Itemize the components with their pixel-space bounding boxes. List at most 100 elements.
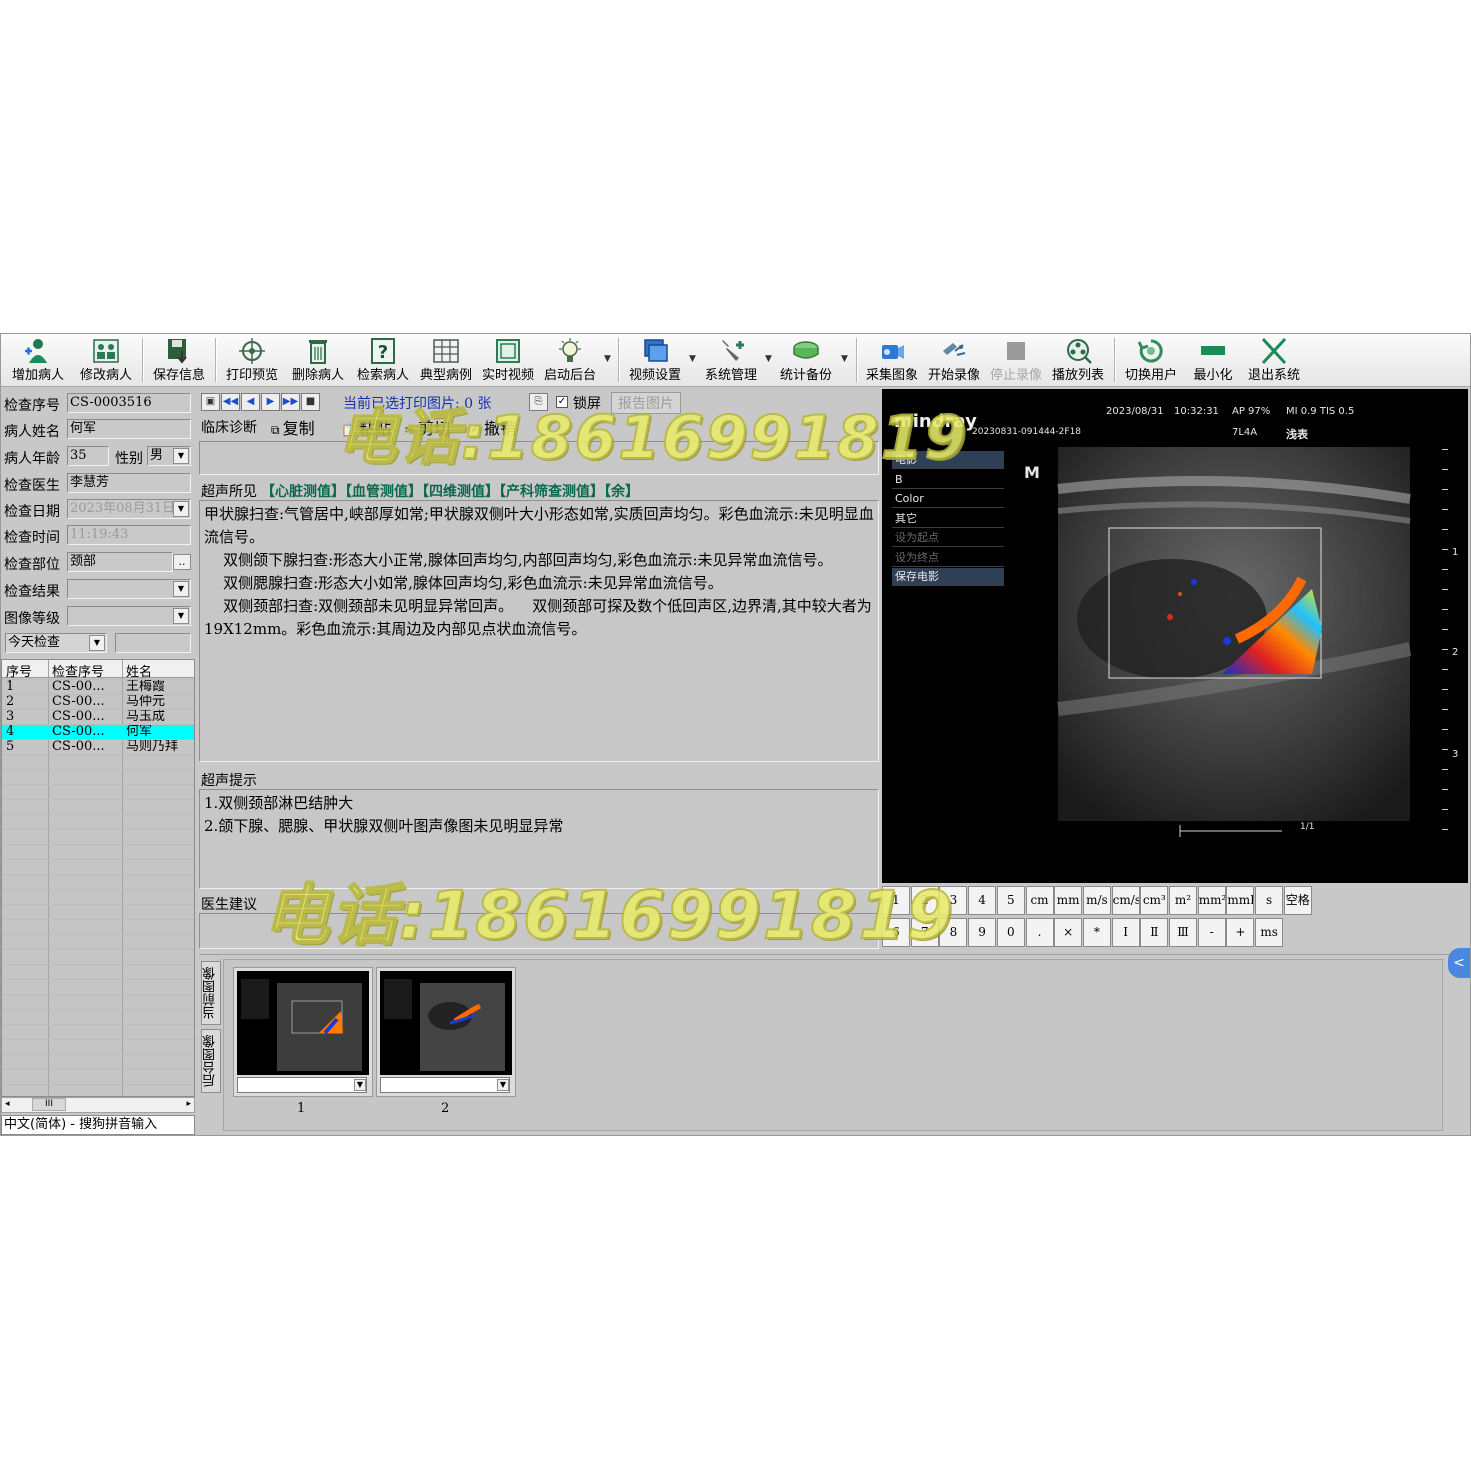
keypad-key[interactable]: cm³ — [1140, 886, 1169, 915]
tab-current-images[interactable]: 当前图像 — [201, 961, 221, 1025]
col-header-name[interactable]: 姓名 — [126, 661, 152, 680]
keypad-key[interactable]: . — [1025, 918, 1054, 947]
keypad-key[interactable]: Ⅱ — [1140, 918, 1169, 947]
table-row[interactable]: 1 CS-00... 王梅霞 — [2, 679, 194, 694]
measurement-link[interactable]: 【余】 — [604, 484, 639, 500]
age-field[interactable]: 35 — [67, 446, 109, 466]
keypad-key[interactable]: Ⅲ — [1169, 918, 1197, 947]
chevron-down-icon[interactable]: ▼ — [173, 448, 189, 464]
stats-backup-button[interactable]: 统计备份 — [775, 336, 837, 386]
thumbnail-select[interactable]: ▼ — [380, 1077, 510, 1093]
patient-list: 序号 检查序号 姓名 1 CS-00... 王梅霞 2 CS-00... 马仲元 3 CS-0… — [1, 659, 195, 1097]
keypad-key[interactable]: mmHg — [1226, 886, 1255, 915]
col-header-exam[interactable]: 检查序号 — [52, 661, 104, 680]
prev-icon[interactable]: ◀ — [241, 393, 260, 411]
thumbnail-2[interactable]: ▼ — [376, 967, 516, 1097]
video-settings-dropdown-icon[interactable]: ▼ — [689, 354, 696, 364]
scroll-thumb[interactable]: III — [32, 1098, 66, 1111]
keypad-key[interactable]: 0 — [996, 918, 1025, 947]
next-icon[interactable]: ▶ — [261, 393, 280, 411]
keypad-key[interactable]: m² — [1169, 886, 1197, 915]
window-icon[interactable]: ▣ — [201, 393, 220, 411]
search-patient-button[interactable]: ? 检索病人 — [353, 336, 413, 386]
keypad-key[interactable]: 4 — [968, 886, 997, 915]
system-management-button[interactable]: 系统管理 — [699, 336, 763, 386]
system-management-dropdown-icon[interactable]: ▼ — [765, 354, 772, 364]
scanner-menu-item[interactable]: 保存电影 — [892, 568, 1004, 586]
thumbnail-select[interactable]: ▼ — [237, 1077, 367, 1093]
keypad-key[interactable]: 9 — [968, 918, 997, 947]
capture-image-button[interactable]: 采集图象 — [861, 336, 923, 386]
table-row[interactable]: 3 CS-00... 马玉成 — [2, 709, 194, 724]
delete-patient-button[interactable]: 删除病人 — [288, 336, 348, 386]
chevron-down-icon[interactable]: ▼ — [173, 581, 189, 597]
typical-cases-button[interactable]: 典型病例 — [416, 336, 476, 386]
stats-backup-dropdown-icon[interactable]: ▼ — [841, 354, 848, 364]
thumbnail-1[interactable]: ▼ — [233, 967, 373, 1097]
start-backend-dropdown-icon[interactable]: ▼ — [604, 354, 611, 364]
scanner-menu-item[interactable]: 设为终点 — [892, 549, 1004, 567]
switch-user-button[interactable]: 切换用户 — [1119, 336, 1183, 386]
horizontal-scrollbar[interactable]: ◂ III ▸ — [1, 1097, 195, 1113]
measurement-link[interactable]: 【血管测值】 — [345, 484, 422, 500]
chevron-down-icon[interactable]: ▼ — [497, 1079, 509, 1091]
start-recording-button[interactable]: 开始录像 — [923, 336, 985, 386]
scroll-right-icon[interactable]: ▸ — [186, 1099, 191, 1109]
input-method-select[interactable]: 中文(简体) - 搜狗拼音输入 — [1, 1115, 195, 1135]
keypad-key[interactable]: s — [1255, 886, 1284, 915]
scanner-menu-item[interactable]: 设为起点 — [892, 529, 1004, 547]
live-video-button[interactable]: 实时视频 — [478, 336, 538, 386]
measurement-link[interactable]: 【心脏测值】 — [261, 484, 345, 500]
minimize-button[interactable]: 最小化 — [1187, 336, 1239, 386]
scanner-menu-item[interactable]: 其它 — [892, 510, 1004, 528]
col-header-no[interactable]: 序号 — [6, 661, 32, 680]
keypad-key[interactable]: - — [1197, 918, 1226, 947]
scanner-menu-item[interactable]: Color — [892, 490, 1004, 508]
add-patient-button[interactable]: 增加病人 — [7, 336, 69, 386]
chevron-down-icon[interactable]: ▼ — [89, 635, 105, 651]
keypad-key[interactable]: mm — [1054, 886, 1083, 915]
measurement-link[interactable]: 【产科筛查测值】 — [499, 484, 604, 500]
chevron-down-icon[interactable]: ▼ — [173, 501, 189, 517]
site-browse-button[interactable]: .. — [173, 554, 191, 570]
table-row[interactable]: 5 CS-00... 马则乃拜 — [2, 739, 194, 754]
measurement-link[interactable]: 【四维测值】 — [422, 484, 499, 500]
exam-no-field[interactable]: CS-0003516 — [67, 393, 191, 413]
tab-backend-images[interactable]: 后台图像 — [201, 1029, 221, 1093]
keypad-key[interactable]: 空格 — [1283, 886, 1312, 915]
keypad-key[interactable]: ms — [1255, 918, 1284, 947]
table-row[interactable]: 2 CS-00... 马仲元 — [2, 694, 194, 709]
copy-button[interactable]: ⧉ 复制 — [271, 415, 315, 439]
filter-search-input[interactable] — [115, 633, 191, 653]
save-info-button[interactable]: 保存信息 — [148, 336, 210, 386]
site-field[interactable]: 颈部 — [67, 552, 173, 572]
ultrasound-image[interactable]: mindray 2023/08/31 10:32:31 AP 97% MI 0.… — [882, 389, 1468, 883]
chevron-down-icon[interactable]: ▼ — [354, 1079, 366, 1091]
exit-system-button[interactable]: 退出系统 — [1243, 336, 1305, 386]
findings-textarea[interactable]: 甲状腺扫查:气管居中,峡部厚如常;甲状腺双侧叶大小形态如常,实质回声均匀。彩色血… — [199, 500, 879, 762]
keypad-key[interactable]: cm/s — [1111, 886, 1140, 915]
stop-icon[interactable]: ■ — [301, 393, 320, 411]
keypad-key[interactable]: × — [1054, 918, 1083, 947]
name-field[interactable]: 何军 — [67, 419, 191, 439]
keypad-key[interactable]: cm — [1025, 886, 1054, 915]
keypad-key[interactable]: 5 — [996, 886, 1025, 915]
chevron-down-icon[interactable]: ▼ — [173, 608, 189, 624]
collapse-panel-button[interactable]: < — [1448, 948, 1470, 978]
playlist-button[interactable]: 播放列表 — [1047, 336, 1109, 386]
table-row[interactable]: 4 CS-00... 何军 — [2, 724, 194, 739]
print-preview-button[interactable]: 打印预览 — [221, 336, 283, 386]
keypad-key[interactable]: * — [1082, 918, 1111, 947]
scroll-left-icon[interactable]: ◂ — [5, 1099, 10, 1109]
keypad-key[interactable]: Ⅰ — [1111, 918, 1140, 947]
video-settings-button[interactable]: 视频设置 — [623, 336, 687, 386]
keypad-key[interactable]: mm² — [1197, 886, 1226, 915]
first-icon[interactable]: ◀◀ — [221, 393, 240, 411]
time-field[interactable]: 11:19:43 — [67, 525, 191, 545]
start-backend-button[interactable]: 启动后台 — [540, 336, 600, 386]
keypad-key[interactable]: + — [1226, 918, 1255, 947]
last-icon[interactable]: ▶▶ — [281, 393, 300, 411]
keypad-key[interactable]: m/s — [1082, 886, 1111, 915]
doctor-field[interactable]: 李慧芳 — [67, 473, 191, 493]
edit-patient-button[interactable]: 修改病人 — [75, 336, 137, 386]
